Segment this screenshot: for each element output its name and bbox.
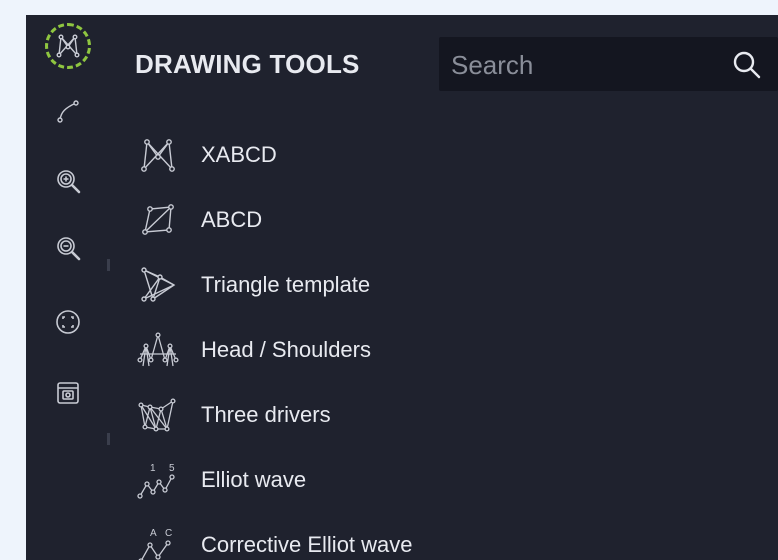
corrective-elliot-wave-icon: A C xyxy=(135,522,181,560)
fit-screen-icon xyxy=(54,308,82,336)
zoom-in-icon xyxy=(54,167,82,195)
tool-item-label: ABCD xyxy=(201,207,263,232)
tool-item-label: Head / Shoulders xyxy=(201,337,371,362)
wave-mark-label: 5 xyxy=(169,463,175,474)
zoom-out-icon xyxy=(54,234,82,262)
wave-mark-label: C xyxy=(165,528,172,539)
screenshot-icon xyxy=(54,379,82,407)
xabcd-icon xyxy=(135,132,181,178)
drawing-tools-window: DRAWING TOOLS Search XABCD ABCD Triangle… xyxy=(26,15,778,560)
tool-item-label: Corrective Elliot wave xyxy=(201,532,413,557)
search-icon[interactable] xyxy=(731,49,763,81)
side-toolbar xyxy=(26,15,111,560)
drawing-tools-panel: DRAWING TOOLS Search XABCD ABCD Triangle… xyxy=(110,15,778,560)
tool-item-label: Triangle template xyxy=(201,272,371,297)
toolbar-trend-line-button[interactable] xyxy=(45,88,91,134)
elliot-wave-icon: 1 5 xyxy=(135,457,181,503)
toolbar-zoom-in-button[interactable] xyxy=(45,158,91,204)
three-drivers-icon xyxy=(135,392,181,438)
tool-item-label: XABCD xyxy=(201,142,277,167)
panel-title: DRAWING TOOLS xyxy=(135,49,360,79)
tool-item-label: Elliot wave xyxy=(201,467,307,492)
tool-item-elliot-wave[interactable]: 1 5 Elliot wave xyxy=(135,452,735,508)
abcd-icon xyxy=(135,197,181,243)
search-box xyxy=(439,37,778,93)
toolbar-fit-screen-button[interactable] xyxy=(45,299,91,345)
tool-item-label: Three drivers xyxy=(201,402,331,427)
tool-item-three-drivers[interactable]: Three drivers xyxy=(135,387,735,443)
trend-line-icon xyxy=(55,98,81,124)
wave-mark-label: 1 xyxy=(150,463,156,474)
tool-item-xabcd[interactable]: XABCD xyxy=(135,127,735,183)
toolbar-drawing-tools-button[interactable] xyxy=(45,23,91,69)
wave-mark-label: A xyxy=(150,528,157,539)
triangle-template-icon xyxy=(135,262,181,308)
tool-item-abcd[interactable]: ABCD xyxy=(135,192,735,248)
xabcd-pattern-icon xyxy=(55,33,81,59)
head-shoulders-icon xyxy=(135,327,181,373)
toolbar-screenshot-button[interactable] xyxy=(45,370,91,416)
search-input[interactable] xyxy=(449,37,723,93)
tool-item-corrective-elliot-wave[interactable]: A C Corrective Elliot wave xyxy=(135,517,735,560)
toolbar-zoom-out-button[interactable] xyxy=(45,225,91,271)
tool-item-head-shoulders[interactable]: Head / Shoulders xyxy=(135,322,735,378)
tool-item-triangle-template[interactable]: Triangle template xyxy=(135,257,735,313)
